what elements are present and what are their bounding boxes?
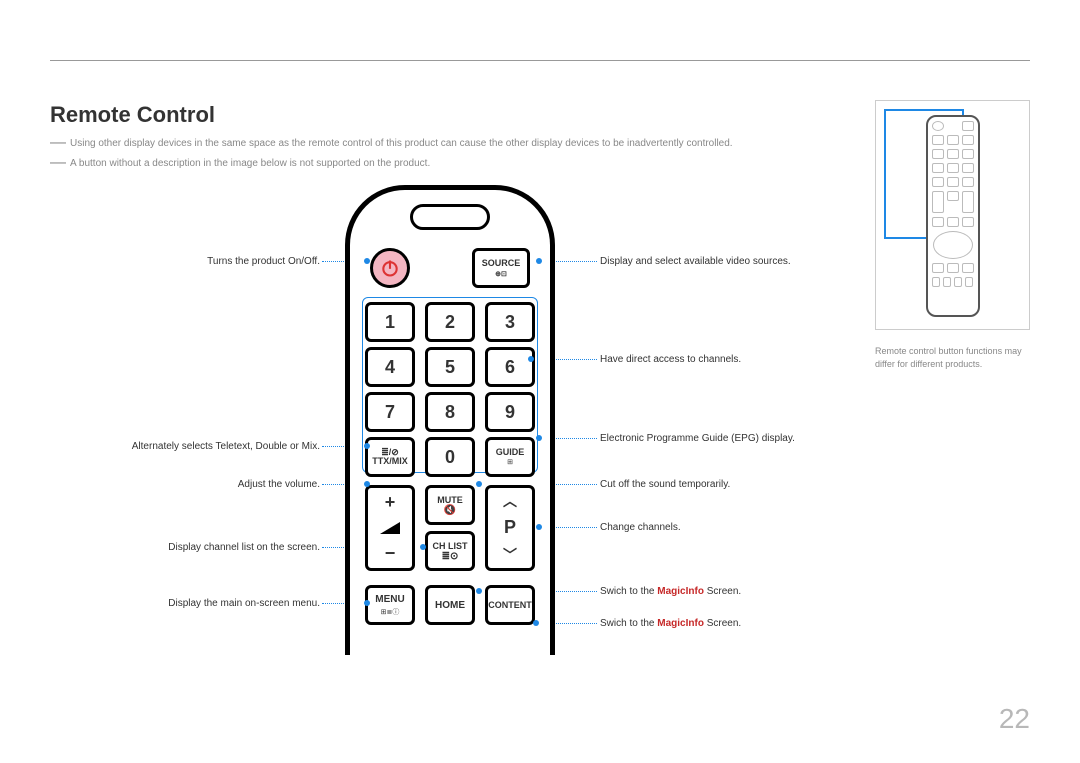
key-5[interactable]: 5	[425, 347, 475, 387]
key-4[interactable]: 4	[365, 347, 415, 387]
vol-down-icon: −	[385, 543, 396, 564]
callout-chlist: Display channel list on the screen.	[168, 542, 320, 553]
note-2: ―A button without a description in the i…	[50, 158, 430, 169]
content-label: CONTENT	[488, 600, 532, 610]
chlist-icon: ≣⊙	[442, 551, 459, 562]
prog-label: P	[504, 517, 516, 538]
key-0[interactable]: 0	[425, 437, 475, 477]
callout-numbers: Have direct access to channels.	[600, 354, 741, 365]
dot	[536, 435, 542, 441]
content-button[interactable]: CONTENT	[485, 585, 535, 625]
key-3[interactable]: 3	[485, 302, 535, 342]
vol-icon	[380, 522, 400, 534]
note-2-text: A button without a description in the im…	[70, 158, 430, 169]
dot	[420, 544, 426, 550]
bottom-row: MENU ⊞≣ⓘ HOME CONTENT	[365, 585, 535, 625]
callout-menu: Display the main on-screen menu.	[168, 598, 320, 609]
callout-volume: Adjust the volume.	[238, 479, 320, 490]
volume-rocker[interactable]: + −	[365, 485, 415, 571]
channel-rocker[interactable]: ︿ P ﹀	[485, 485, 535, 571]
ttx-button[interactable]: ≣/⊘TTX/MIX	[365, 437, 415, 477]
callout-mute: Cut off the sound temporarily.	[600, 479, 730, 490]
menu-button[interactable]: MENU ⊞≣ⓘ	[365, 585, 415, 625]
chlist-label: CH LIST	[433, 541, 468, 551]
home-label: HOME	[435, 600, 465, 611]
callout-source: Display and select available video sourc…	[600, 256, 791, 267]
power-icon	[380, 258, 400, 278]
callout-guide: Electronic Programme Guide (EPG) display…	[600, 433, 795, 444]
remote-body: SOURCE ⊕⊡ 1 2 3 4 5 6 7 8 9 ≣/⊘TTX/MIX 0…	[345, 185, 555, 655]
power-button[interactable]	[370, 248, 410, 288]
guide-icon: ⊞	[507, 459, 513, 466]
note-1-text: Using other display devices in the same …	[70, 138, 733, 149]
dot	[364, 600, 370, 606]
key-2[interactable]: 2	[425, 302, 475, 342]
mute-button[interactable]: MUTE🔇	[425, 485, 475, 525]
key-6[interactable]: 6	[485, 347, 535, 387]
dot	[533, 620, 539, 626]
mid-row: + − MUTE🔇 CH LIST≣⊙ ︿ P ﹀	[365, 485, 535, 571]
home-button[interactable]: HOME	[425, 585, 475, 625]
guide-button[interactable]: GUIDE ⊞	[485, 437, 535, 477]
callout-ttx: Alternately selects Teletext, Double or …	[132, 441, 320, 452]
callout-prog: Change channels.	[600, 522, 681, 533]
source-sub-icon: ⊕⊡	[495, 270, 507, 278]
dot	[364, 443, 370, 449]
prog-up-icon: ︿	[503, 491, 517, 511]
note-1: ―Using other display devices in the same…	[50, 138, 733, 149]
dot	[476, 481, 482, 487]
ttx-label: TTX/MIX	[372, 457, 408, 466]
top-rule	[50, 60, 1030, 61]
guide-label: GUIDE	[496, 448, 525, 457]
dot	[536, 524, 542, 530]
mute-icon: 🔇	[444, 505, 456, 516]
key-8[interactable]: 8	[425, 392, 475, 432]
page-title: Remote Control	[50, 102, 215, 128]
callout-content: Swich to the MagicInfo Screen.	[600, 618, 741, 629]
ir-window	[410, 204, 490, 230]
dot	[536, 258, 542, 264]
menu-icon: ⊞≣ⓘ	[381, 607, 400, 617]
source-button[interactable]: SOURCE ⊕⊡	[472, 248, 530, 288]
vol-up-icon: +	[385, 492, 396, 513]
dot	[476, 588, 482, 594]
chlist-button[interactable]: CH LIST≣⊙	[425, 531, 475, 571]
key-9[interactable]: 9	[485, 392, 535, 432]
mini-remote-frame	[875, 100, 1030, 330]
dot	[528, 356, 534, 362]
dot	[364, 481, 370, 487]
key-7[interactable]: 7	[365, 392, 415, 432]
number-keypad: 1 2 3 4 5 6 7 8 9 ≣/⊘TTX/MIX 0 GUIDE ⊞	[365, 302, 535, 477]
source-label: SOURCE	[482, 258, 521, 268]
mini-remote	[926, 115, 980, 317]
menu-label: MENU	[375, 594, 404, 605]
page-number: 22	[999, 703, 1030, 735]
callout-home: Swich to the MagicInfo Screen.	[600, 586, 741, 597]
key-1[interactable]: 1	[365, 302, 415, 342]
dot	[364, 258, 370, 264]
prog-down-icon: ﹀	[503, 545, 517, 565]
mute-label: MUTE	[437, 495, 463, 505]
mini-caption: Remote control button functions may diff…	[875, 345, 1030, 370]
callout-power: Turns the product On/Off.	[207, 256, 320, 267]
